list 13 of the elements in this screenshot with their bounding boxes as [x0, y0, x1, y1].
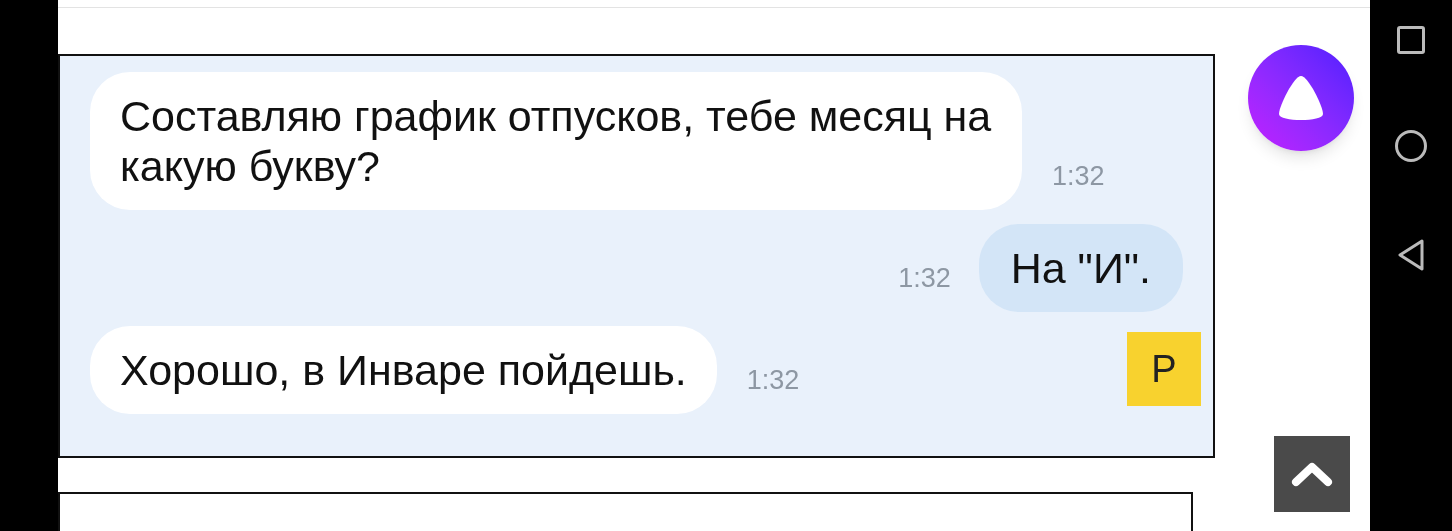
recent-apps-button[interactable] — [1397, 26, 1425, 54]
scroll-to-top-button[interactable] — [1274, 436, 1350, 512]
message-bubble: На "И". — [978, 224, 1183, 312]
message-bubble: Составляю график отпусков, тебе месяц на какую букву? — [90, 72, 1022, 210]
back-button[interactable] — [1396, 238, 1426, 272]
chevron-up-icon — [1291, 461, 1333, 487]
message-time: 1:32 — [898, 261, 951, 295]
home-button[interactable] — [1395, 130, 1427, 162]
message-time: 1:32 — [1052, 159, 1105, 193]
message-bubble: Хорошо, в Инваре пойдешь. — [90, 326, 717, 414]
avatar: Р — [1127, 332, 1201, 406]
back-icon — [1396, 238, 1426, 272]
message-time: 1:32 — [746, 363, 800, 397]
